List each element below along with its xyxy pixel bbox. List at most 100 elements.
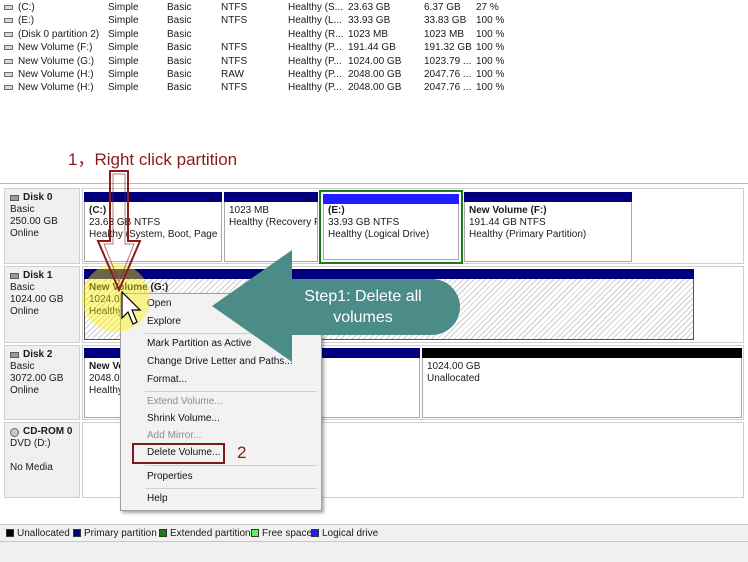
disk-size: 3072.00 GB	[10, 373, 64, 384]
disk-type: Basic	[10, 282, 35, 293]
volume-name: (C:)	[18, 2, 35, 13]
disk-icon	[10, 273, 19, 279]
partition-size: 23.63 GB NTFS	[89, 217, 161, 228]
menu-item-help[interactable]: Help	[147, 490, 168, 508]
disk-1-label[interactable]: Disk 1 Basic 1024.00 GB Online	[4, 266, 80, 343]
volume-percent-free: 100 %	[476, 42, 505, 54]
volume-free-space: 33.83 GB	[424, 15, 467, 27]
menu-item-open[interactable]: Open	[147, 295, 171, 313]
volume-type: Basic	[167, 69, 192, 80]
volume-drive-icon	[4, 5, 13, 10]
step-one-hint: 1，Right click partition	[68, 150, 238, 169]
disk-state: Online	[10, 306, 39, 317]
partition-c[interactable]: (C:) 23.63 GB NTFS Healthy (System, Boot…	[84, 192, 222, 262]
menu-separator	[145, 391, 317, 392]
partition-header	[323, 194, 459, 204]
menu-item-explore[interactable]: Explore	[147, 313, 181, 331]
volume-capacity: 23.63 GB	[348, 2, 391, 13]
volume-percent-free: 100 %	[476, 15, 505, 27]
partition-e[interactable]: (E:) 33.93 GB NTFS Healthy (Logical Driv…	[319, 190, 463, 264]
partition-size: 1024.00 GB	[427, 361, 481, 372]
disk-state: Online	[10, 385, 39, 396]
volume-row[interactable]: (Disk 0 partition 2) Simple Basic Healthy (…	[0, 28, 748, 41]
legend-bar: Unallocated Primary partition Extended p…	[0, 524, 748, 542]
partition-header	[422, 348, 742, 358]
disk-name: Disk 1	[23, 270, 53, 281]
volume-percent-free: 100 %	[476, 55, 505, 67]
volume-free-space: 191.32 GB	[424, 42, 472, 54]
volume-capacity: 1023 MB	[348, 28, 389, 40]
partition-header	[224, 192, 318, 202]
volume-layout: Simple	[108, 69, 139, 80]
disk-state: No Media	[10, 462, 53, 473]
legend-swatch	[6, 529, 14, 537]
volume-name: (Disk 0 partition 2)	[18, 28, 100, 40]
volume-free-space: 2047.76 ...	[424, 82, 472, 94]
volume-status: Healthy (P...	[288, 42, 342, 54]
partition-f[interactable]: New Volume (F:) 191.44 GB NTFS Healthy (…	[464, 192, 632, 262]
cdrom-0-label[interactable]: CD-ROM 0 DVD (D:) No Media	[4, 422, 80, 498]
step-label-line1: Step1: Delete all	[304, 288, 422, 305]
partition-size: 33.93 GB NTFS	[328, 217, 400, 228]
partition-status: Healthy (Logical Drive)	[328, 229, 430, 240]
disk-icon	[10, 195, 19, 201]
volume-percent-free: 27 %	[476, 2, 499, 13]
disk-name: Disk 0	[23, 192, 53, 203]
disk-type: Basic	[10, 204, 35, 215]
volume-percent-free: 100 %	[476, 28, 505, 40]
volume-filesystem: NTFS	[221, 2, 248, 13]
volume-row[interactable]: (E:) Simple Basic NTFS Healthy (L... 33.93 GB…	[0, 14, 748, 27]
volume-row[interactable]: New Volume (H:) Simple Basic RAW Healthy (P.…	[0, 68, 748, 81]
volume-drive-icon	[4, 18, 13, 24]
volume-type: Basic	[167, 15, 192, 27]
disk-0-label[interactable]: Disk 0 Basic 250.00 GB Online	[4, 188, 80, 264]
menu-item-properties[interactable]: Properties	[147, 468, 193, 486]
volume-status: Healthy (P...	[288, 69, 342, 80]
volume-name: New Volume (F:)	[18, 42, 93, 54]
disk-name: CD-ROM 0	[23, 426, 73, 437]
step-label-line2: volumes	[333, 309, 393, 326]
volume-status: Healthy (L...	[288, 15, 342, 27]
volume-capacity: 33.93 GB	[348, 15, 391, 27]
volume-capacity: 2048.00 GB	[348, 82, 402, 94]
partition-size: 1023 MB	[229, 205, 270, 216]
volume-row[interactable]: New Volume (G:) Simple Basic NTFS Healthy (P…	[0, 55, 748, 68]
volume-layout: Simple	[108, 2, 139, 13]
volume-capacity: 1024.00 GB	[348, 55, 402, 67]
legend-swatch	[73, 529, 81, 537]
disk-name: Disk 2	[23, 349, 53, 360]
partition-name: New Volume (F:)	[469, 205, 547, 216]
volume-drive-icon	[4, 31, 13, 37]
partition-status: Healthy (Recovery P	[229, 217, 318, 228]
menu-item-extend-volume: Extend Volume...	[147, 396, 223, 407]
volume-percent-free: 100 %	[476, 82, 505, 94]
volume-name: (E:)	[18, 15, 35, 27]
disk-state: Online	[10, 228, 39, 239]
volume-free-space: 1023.79 ...	[424, 55, 472, 67]
volume-status: Healthy (P...	[288, 55, 342, 67]
status-area	[0, 542, 748, 562]
partition-size: 191.44 GB NTFS	[469, 217, 546, 228]
menu-separator	[145, 488, 317, 489]
menu-item-change-drive-letter[interactable]: Change Drive Letter and Paths...	[147, 353, 293, 371]
legend-extended: Extended partition	[159, 528, 251, 539]
partition-unallocated[interactable]: 1024.00 GB Unallocated	[422, 348, 742, 418]
volume-row[interactable]: New Volume (H:) Simple Basic NTFS Healthy (P…	[0, 81, 748, 94]
volume-filesystem: NTFS	[221, 42, 248, 54]
volume-row[interactable]: (C:) Simple Basic NTFS Healthy (S... 23.63 GB…	[0, 1, 748, 14]
menu-item-format[interactable]: Format...	[147, 371, 187, 389]
menu-item-mark-active[interactable]: Mark Partition as Active	[147, 335, 251, 353]
volume-type: Basic	[167, 82, 192, 94]
volume-capacity: 191.44 GB	[348, 42, 396, 54]
volume-type: Basic	[167, 2, 192, 13]
partition-header	[84, 269, 694, 279]
menu-item-shrink-volume[interactable]: Shrink Volume...	[147, 410, 220, 428]
volume-row[interactable]: New Volume (F:) Simple Basic NTFS Healthy (P…	[0, 41, 748, 54]
legend-logical: Logical drive	[311, 528, 378, 539]
disk-2-label[interactable]: Disk 2 Basic 3072.00 GB Online	[4, 345, 80, 420]
volume-free-space: 1023 MB	[424, 28, 465, 40]
volume-filesystem: NTFS	[221, 15, 248, 27]
partition-recovery[interactable]: 1023 MB Healthy (Recovery P	[224, 192, 318, 262]
partition-status: Unallocated	[427, 373, 480, 384]
menu-separator	[145, 333, 317, 334]
